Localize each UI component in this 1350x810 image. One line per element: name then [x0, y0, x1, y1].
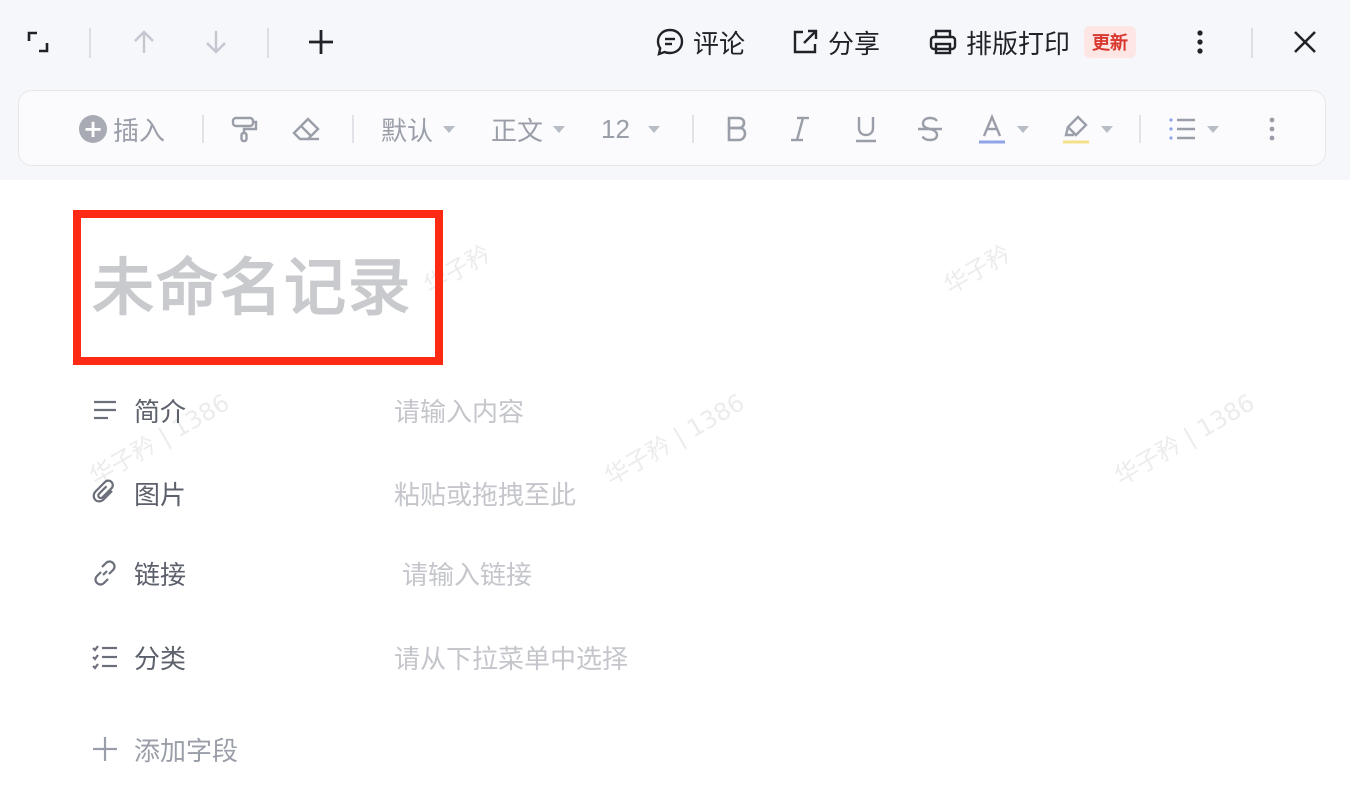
update-badge: 更新: [1084, 26, 1137, 58]
highlight-box: [73, 210, 443, 365]
share-label: 分享: [828, 29, 881, 60]
format-painter-icon[interactable]: [229, 91, 259, 167]
printer-icon: [929, 29, 957, 55]
plus-circle-icon: +: [79, 115, 107, 143]
add-field-label: 添加字段: [134, 736, 239, 767]
highlight-button[interactable]: [1061, 91, 1113, 167]
caret-down-icon: [553, 125, 566, 133]
print-layout-button[interactable]: 排版打印 更新: [928, 22, 1137, 62]
arrow-up-icon[interactable]: [124, 22, 164, 62]
highlighter-icon: [1063, 115, 1089, 144]
divider: [1139, 115, 1141, 143]
divider: [352, 115, 354, 143]
insert-label: 插入: [113, 116, 166, 147]
font-family-value: 默认: [381, 116, 434, 147]
caret-down-icon: [1101, 125, 1113, 133]
more-vertical-icon[interactable]: [1257, 91, 1287, 167]
font-color-icon: [979, 114, 1005, 144]
eraser-icon[interactable]: [291, 91, 321, 167]
paragraph-style-select[interactable]: 正文: [491, 91, 566, 167]
insert-button[interactable]: + 插入: [79, 91, 165, 167]
field-label: 链接: [134, 560, 187, 591]
caret-down-icon: [1207, 125, 1219, 133]
top-bar: 评论 分享 排版打印 更新: [0, 0, 1350, 86]
field-label: 图片: [134, 480, 187, 511]
font-family-select[interactable]: 默认: [381, 91, 456, 167]
expand-icon[interactable]: [18, 22, 58, 62]
category-select[interactable]: 请从下拉菜单中选择: [394, 639, 628, 676]
paragraph-style-value: 正文: [491, 116, 544, 147]
checklist-icon: [88, 640, 122, 674]
underline-icon[interactable]: [851, 91, 881, 167]
caret-down-icon: [647, 125, 660, 133]
format-toolbar: + 插入 默认 正文 12: [18, 90, 1326, 166]
caret-down-icon: [443, 125, 456, 133]
field-row-link[interactable]: 链接 请输入链接: [88, 548, 988, 598]
field-row-image[interactable]: 图片 粘贴或拖拽至此: [88, 468, 988, 518]
field-label: 简介: [134, 397, 187, 428]
record-editor: 华子矜 华子矜 华子矜 | 1386 华子矜 | 1386 华子矜 | 1386…: [0, 0, 1350, 810]
share-icon: [793, 29, 818, 54]
comment-icon: [656, 28, 684, 56]
field-row-category[interactable]: 分类 请从下拉菜单中选择: [88, 632, 988, 682]
field-row-intro[interactable]: 简介 请输入内容: [88, 385, 988, 435]
link-input[interactable]: 请输入链接: [402, 555, 532, 592]
strikethrough-icon[interactable]: [915, 91, 945, 167]
bullet-list-icon: [1169, 118, 1195, 140]
divider: [267, 28, 269, 58]
font-size-select[interactable]: 12: [601, 91, 660, 167]
image-dropzone[interactable]: 粘贴或拖拽至此: [394, 475, 576, 512]
caret-down-icon: [1017, 125, 1029, 133]
font-color-button[interactable]: [977, 91, 1029, 167]
more-vertical-icon[interactable]: [1180, 22, 1220, 62]
comment-label: 评论: [693, 29, 746, 60]
plus-icon: [88, 732, 122, 766]
link-icon: [88, 556, 122, 590]
divider: [202, 115, 204, 143]
text-lines-icon: [88, 393, 122, 427]
add-field-button[interactable]: 添加字段: [88, 724, 988, 774]
paperclip-icon: [88, 476, 122, 510]
comment-button[interactable]: 评论: [655, 22, 745, 62]
divider: [89, 28, 91, 58]
close-icon[interactable]: [1285, 22, 1325, 62]
field-label: 分类: [134, 644, 187, 675]
intro-input[interactable]: 请输入内容: [394, 392, 524, 429]
divider: [1251, 28, 1253, 58]
print-layout-label: 排版打印: [966, 29, 1071, 60]
divider: [692, 115, 694, 143]
share-button[interactable]: 分享: [790, 22, 880, 62]
italic-icon[interactable]: [785, 91, 815, 167]
arrow-down-icon[interactable]: [196, 22, 236, 62]
add-icon[interactable]: [301, 22, 341, 62]
font-size-value: 12: [601, 113, 630, 144]
list-button[interactable]: [1167, 91, 1219, 167]
bold-icon[interactable]: [721, 91, 751, 167]
